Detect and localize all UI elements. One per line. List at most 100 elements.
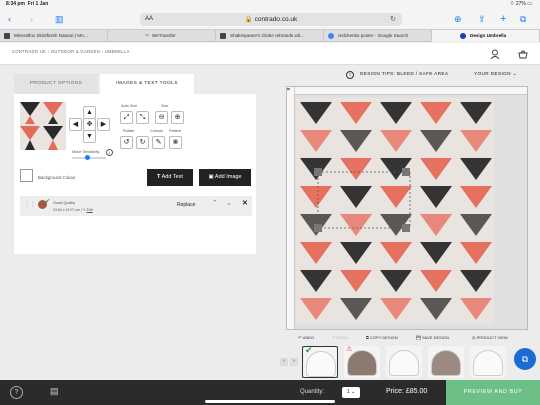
tab-wetransfer[interactable]: ʷᵉ WeTransfer [108,30,216,42]
battery-indicator: ⌔ 27% ▭ [509,1,532,7]
your-design-dropdown[interactable]: YOUR DESIGN ⌄ [474,72,517,77]
home-indicator [205,400,335,403]
tab-design-umbrella[interactable]: Design Umbrella [432,30,540,42]
replace-button[interactable]: Replace [177,202,195,208]
wetransfer-icon: ʷᵉ [145,33,150,39]
design-tips-link[interactable]: DESIGN TIPS: BLEED / SAFE AREA [360,72,448,77]
canvas-toolbar: ↶ UNDO ↷ REDO ⧉ COPY DESIGN 💾 SAVE DESIG… [286,330,528,344]
resize-handle[interactable] [314,224,322,232]
tabs-overview-icon[interactable]: ▥ [55,9,64,29]
image-thumbnail[interactable] [20,102,66,150]
forward-icon[interactable]: › [30,9,33,29]
undo-button[interactable]: ↶ UNDO [298,335,314,340]
thumbnail-1[interactable]: ✔ [302,346,338,378]
contrado-icon [460,33,466,39]
fit-width-button[interactable]: ⤢ [120,111,133,124]
auto-size-label: Auto Size [121,104,138,108]
move-down-button[interactable]: ▼ [83,130,96,143]
back-icon[interactable]: ‹ [8,9,11,29]
price-label: Price: £85.00 [386,388,428,395]
text-icon: T [157,174,161,180]
floating-action-icon[interactable]: ⧉ [514,348,536,370]
quantity-select[interactable]: 1 ⌄ [342,387,360,398]
tab-shakespeare[interactable]: Shakespeare's Globe rebrands wit... [216,30,324,42]
lock-icon: 🔒 [244,16,253,23]
tab-google[interactable]: redchenko poster - Google Search [324,30,432,42]
background-colour-swatch[interactable] [20,169,33,182]
add-image-button[interactable]: ▣ Add Image [199,169,251,186]
rotate-left-button[interactable]: ↺ [120,136,133,149]
drag-handle-icon[interactable]: ⋮⋮ [24,201,36,208]
product-thumbnails: ‹ › ✔ ⚠ ⧉ [278,346,540,380]
background-colour-label: Background Colour [38,175,76,180]
add-text-button[interactable]: T Add Text [147,169,193,186]
warning-icon: ⚠ [346,346,353,353]
zoom-in-icon[interactable]: ⊕ [171,111,184,124]
save-icon[interactable]: ▤ [50,386,59,397]
quantity-label: Quantity: [300,389,325,395]
product-view-button[interactable]: ◎ PRODUCT VIEW [472,335,508,340]
quality-label: Good Quality [53,201,76,205]
image-icon: ▣ [208,174,214,180]
sensitivity-slider-handle[interactable] [85,155,90,160]
layer-row[interactable]: ⋮⋮ ✔ Good Quality 23.64 x 19.07 cm | ✎ E… [20,196,252,216]
info-icon: i [346,71,354,79]
check-icon: ✔ [305,346,313,355]
pattern-label: Pattern [169,129,182,133]
rotate-right-button[interactable]: ↻ [136,136,149,149]
tab-mineralfox[interactable]: Mineralfox Skintfinish Natural | MA... [0,30,108,42]
google-icon [328,33,334,39]
tools-panel: ▲ ◀ ✥ ▶ ▼ Auto Size Size ⤢ ⤡ ⊖ ⊕ Rotate … [14,94,256,254]
layer-dimensions: 23.64 x 19.07 cm | ✎ Edit [53,208,93,212]
tab-favicon [220,33,226,39]
address-bar[interactable]: AA 🔒 contrado.co.uk ↻ [140,13,402,26]
download-icon[interactable]: ⊕ [454,9,462,29]
site-header: CONTRADO UK › OUTDOOR & GARDEN › UMBRELL… [0,43,540,65]
status-time: 8:34 pm Fri 1 Jan [6,1,49,7]
new-tab-icon[interactable]: + [500,9,506,29]
info-icon[interactable]: i [106,149,113,156]
url-text: contrado.co.uk [254,16,298,23]
resize-handle[interactable] [402,224,410,232]
status-bar: 8:34 pm Fri 1 Jan ⌔ 27% ▭ [0,0,540,9]
layer-up-icon[interactable]: ⌃ [212,199,218,207]
browser-toolbar: ‹ › ▥ AA 🔒 contrado.co.uk ↻ ⊕ ⇪ + ⧉ [0,9,540,29]
save-design-button[interactable]: 💾 SAVE DESIGN [416,335,449,340]
thumbnail-5[interactable] [470,346,506,378]
thumbs-prev-icon[interactable]: ‹ [280,358,288,366]
thumbnail-2[interactable]: ⚠ [344,346,380,378]
preview-and-buy-button[interactable]: PREVIEW AND BUY [446,380,540,405]
reader-options[interactable]: AA [145,13,153,26]
thumbs-next-icon[interactable]: › [290,358,298,366]
design-artwork[interactable] [296,98,494,324]
account-icon[interactable] [490,49,500,59]
resize-handle[interactable] [402,168,410,176]
thumbnail-3[interactable] [386,346,422,378]
colour-picker-icon[interactable]: ✎ [152,136,165,149]
zoom-out-icon[interactable]: ⊖ [155,111,168,124]
resize-handle[interactable] [314,168,322,176]
colours-label: Colours [150,129,164,133]
size-label: Size [161,104,169,108]
edit-link[interactable]: Edit [87,208,93,212]
move-right-button[interactable]: ▶ [97,118,110,131]
vertical-ruler [287,87,295,329]
design-bar: i DESIGN TIPS: BLEED / SAFE AREA YOUR DE… [0,67,540,83]
ruler-corner-icon[interactable]: ⌗ [287,87,290,93]
copy-design-button[interactable]: ⧉ COPY DESIGN [366,335,398,340]
thumbnail-4[interactable] [428,346,464,378]
basket-icon[interactable] [518,49,528,59]
fit-height-button[interactable]: ⤡ [136,111,149,124]
redo-button[interactable]: ↷ REDO [332,335,348,340]
layer-down-icon[interactable]: ⌄ [226,199,232,207]
check-icon: ✔ [45,199,51,205]
breadcrumb: CONTRADO UK › OUTDOOR & GARDEN › UMBRELL… [12,49,130,54]
reload-icon[interactable]: ↻ [390,13,396,26]
move-left-button[interactable]: ◀ [69,118,82,131]
pattern-button[interactable]: ▦ [169,136,182,149]
share-icon[interactable]: ⇪ [478,9,486,29]
browser-tab-bar: Mineralfox Skintfinish Natural | MA... ʷ… [0,29,540,42]
tab-grid-icon[interactable]: ⧉ [520,9,526,29]
delete-layer-icon[interactable]: ✕ [242,199,248,207]
help-icon[interactable]: ? [10,386,23,399]
